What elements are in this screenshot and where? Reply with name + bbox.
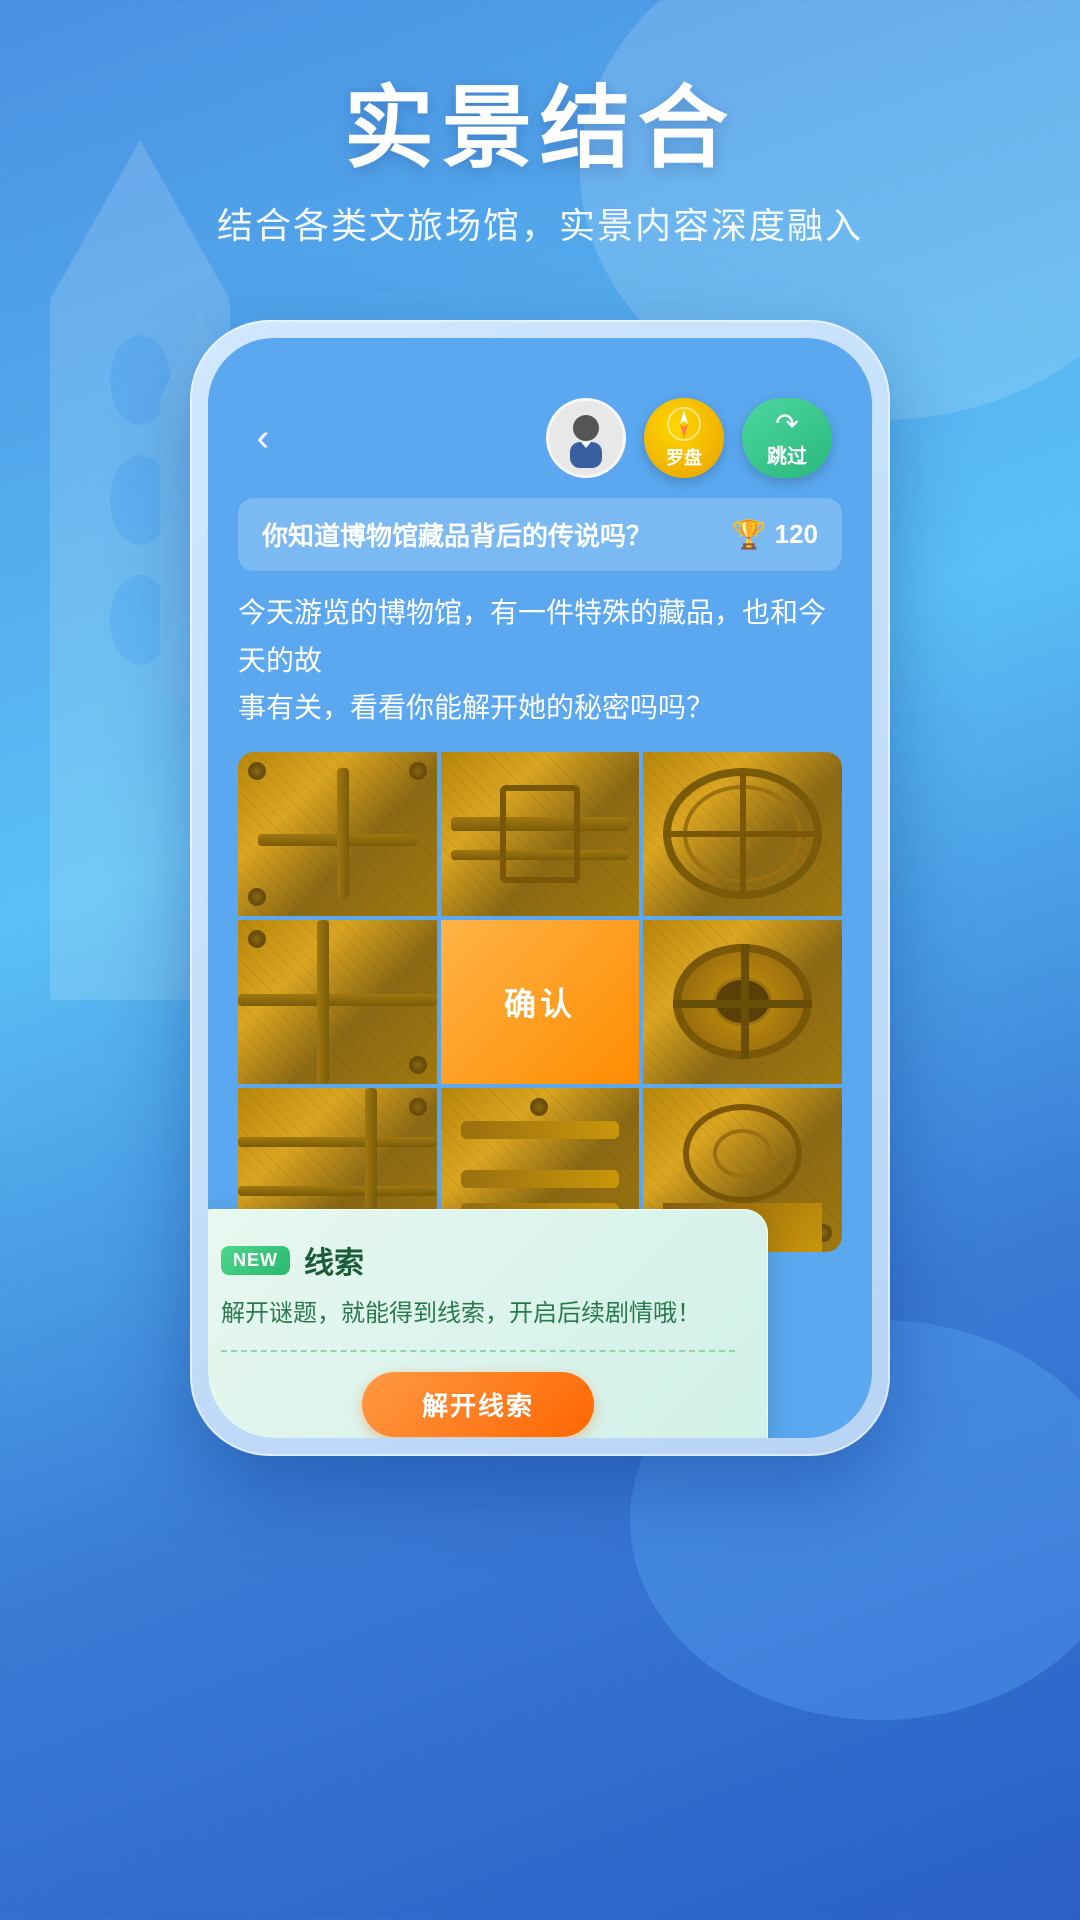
skip-label: 跳过: [767, 440, 807, 469]
compass-button[interactable]: 罗盘: [644, 398, 724, 478]
clue-title: 线索: [304, 1238, 364, 1282]
clue-description: 解开谜题，就能得到线索，开启后续剧情哦！: [221, 1296, 735, 1352]
score-value: 120: [775, 519, 818, 550]
question-bar: 你知道博物馆藏品背后的传说吗？ 🏆 120: [238, 498, 842, 571]
puzzle-cell-5-confirm[interactable]: 确认: [441, 920, 640, 1084]
unlock-button[interactable]: 解开线索: [362, 1372, 594, 1437]
puzzle-grid: 确认: [238, 752, 842, 1252]
new-badge: NEW: [221, 1246, 290, 1275]
compass-icon: [666, 406, 702, 442]
trophy-icon: 🏆: [732, 518, 767, 551]
puzzle-cell-2[interactable]: [441, 752, 640, 916]
description-text: 今天游览的博物馆，有一件特殊的藏品，也和今天的故事有关，看看你能解开她的秘密吗吗…: [208, 589, 872, 752]
header-right: 罗盘 ↷ 跳过: [546, 398, 832, 478]
top-section: 实景结合 结合各类文旅场馆，实景内容深度融入: [0, 0, 1080, 249]
puzzle-cell-4[interactable]: [238, 920, 437, 1084]
back-button[interactable]: ‹: [238, 413, 288, 463]
question-text: 你知道博物馆藏品背后的传说吗？: [262, 516, 652, 553]
phone-status-bar: [208, 338, 872, 378]
skip-button[interactable]: ↷ 跳过: [742, 398, 832, 478]
phone-inner: ‹: [208, 338, 872, 1438]
main-title: 实景结合: [0, 80, 1080, 179]
score-badge: 🏆 120: [732, 518, 818, 551]
avatar: [546, 398, 626, 478]
confirm-label: 确认: [504, 979, 576, 1025]
phone-outer: ‹: [190, 320, 890, 1456]
puzzle-cell-6[interactable]: [643, 920, 842, 1084]
puzzle-cell-1[interactable]: [238, 752, 437, 916]
clue-header: NEW 线索: [221, 1238, 735, 1282]
clue-card: NEW 线索 解开谜题，就能得到线索，开启后续剧情哦！ 解开线索: [208, 1209, 768, 1438]
compass-label: 罗盘: [666, 444, 702, 470]
chevron-left-icon: ‹: [257, 419, 270, 457]
sub-title: 结合各类文旅场馆，实景内容深度融入: [0, 197, 1080, 249]
phone-header: ‹: [208, 378, 872, 488]
forward-arrow-icon: ↷: [775, 407, 798, 440]
phone-mockup: ‹: [190, 320, 890, 1456]
puzzle-cell-3[interactable]: [643, 752, 842, 916]
